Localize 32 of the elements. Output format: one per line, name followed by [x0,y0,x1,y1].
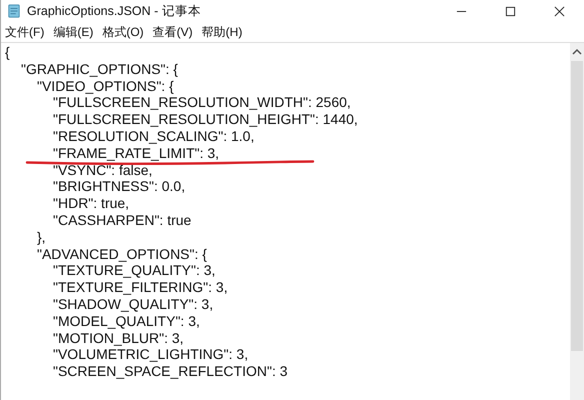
code-line: "TEXTURE_FILTERING": 3, [53,279,228,296]
code-line: "TEXTURE_QUALITY": 3, [53,262,216,278]
menu-item[interactable]: 帮助(H) [202,24,242,40]
code-line: "CASSHARPEN": true [53,212,192,228]
code-line: "HDR": true, [53,195,130,212]
close-icon[interactable] [554,6,565,16]
code-line: { [5,44,10,60]
window-title: GraphicOptions.JSON - 记事本 [27,2,201,20]
maximize-icon[interactable] [505,6,516,16]
scroll-thumb[interactable] [571,61,583,351]
code-line: "VSYNC": false, [53,162,152,178]
menu-item[interactable]: 查看(V) [152,24,193,40]
scroll-up-icon[interactable] [572,48,582,56]
code-line: "VIDEO_OPTIONS": { [37,78,174,94]
code-line: }, [37,228,46,245]
code-line: "SCREEN_SPACE_REFLECTION": 3 [53,363,288,380]
code-line: "ADVANCED_OPTIONS": { [37,246,207,262]
code-line: "VOLUMETRIC_LIGHTING": 3, [53,346,248,362]
code-line: "FULLSCREEN_RESOLUTION_HEIGHT": 1440, [53,111,358,128]
notepad-icon [7,4,21,18]
scrollbar[interactable] [570,43,584,400]
code-line: "MOTION_BLUR": 3, [53,330,184,346]
code-line: "FRAME_RATE_LIMIT": 3, [53,144,220,161]
menu-item[interactable]: 编辑(E) [53,24,94,40]
code-line: "SHADOW_QUALITY": 3, [53,296,214,312]
code-line: "FULLSCREEN_RESOLUTION_WIDTH": 2560, [53,94,351,110]
code-line: "MODEL_QUALITY": 3, [53,312,200,329]
code-line: "RESOLUTION_SCALING": 1.0, [53,128,254,144]
code-line: "GRAPHIC_OPTIONS": { [21,60,178,77]
menu-item[interactable]: 文件(F) [5,24,44,40]
menu-item[interactable]: 格式(O) [102,24,144,40]
code-line: "BRIGHTNESS": 0.0, [53,178,186,194]
